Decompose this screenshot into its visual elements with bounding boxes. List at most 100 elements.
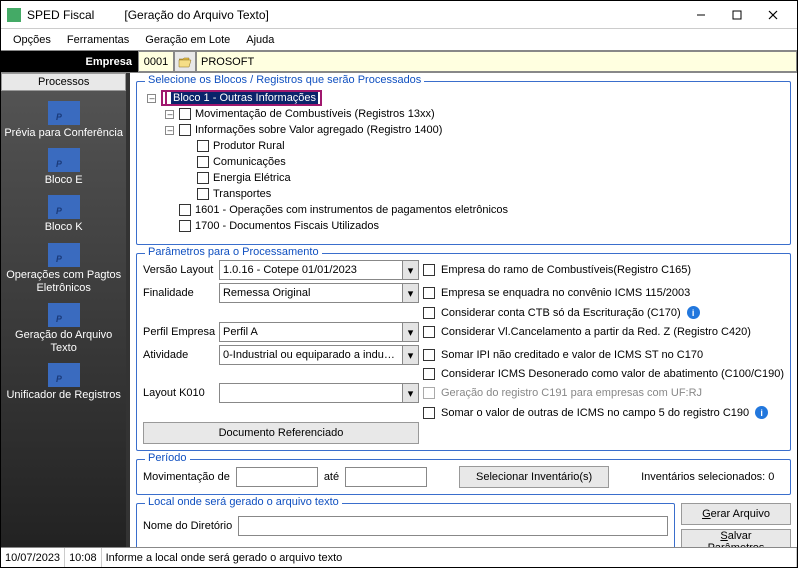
periodo-fieldset: Período Movimentação de até Selecionar I… <box>136 459 791 495</box>
tree-node[interactable]: Informações sobre Valor agregado (Regist… <box>195 124 442 136</box>
sidebar-item-label: Bloco E <box>45 174 83 187</box>
mov-ate-input[interactable] <box>345 467 427 487</box>
sidebar-item-label: Geração do Arquivo Texto <box>3 329 124 355</box>
titlebar: SPED Fiscal [Geração do Arquivo Texto] <box>1 1 797 29</box>
checkbox[interactable] <box>423 326 435 338</box>
info-icon[interactable]: i <box>687 306 700 319</box>
params-legend: Parâmetros para o Processamento <box>145 246 322 258</box>
atividade-combo[interactable]: ▾ <box>219 345 419 365</box>
checkbox[interactable] <box>423 307 435 319</box>
k010-input[interactable] <box>220 384 402 402</box>
diretorio-label: Nome do Diretório <box>143 520 232 532</box>
tree-node[interactable]: Comunicações <box>213 156 286 168</box>
window-subtitle: [Geração do Arquivo Texto] <box>124 8 269 22</box>
sidebar-item-pagtos[interactable]: P Operações com Pagtos Eletrônicos <box>1 239 126 299</box>
window-title: SPED Fiscal <box>27 8 94 22</box>
checkbox[interactable] <box>423 368 435 380</box>
sidebar-item-geracao[interactable]: P Geração do Arquivo Texto <box>1 299 126 359</box>
finalidade-label: Finalidade <box>143 287 215 299</box>
perfil-input[interactable] <box>220 323 402 341</box>
tree-node[interactable]: Energia Elétrica <box>213 172 291 184</box>
atividade-label: Atividade <box>143 349 215 361</box>
sidebar-item-blocoe[interactable]: P Bloco E <box>1 144 126 191</box>
chevron-down-icon[interactable]: ▾ <box>402 323 418 341</box>
k010-label: Layout K010 <box>143 387 215 399</box>
chevron-down-icon[interactable]: ▾ <box>402 346 418 364</box>
sidebar-header[interactable]: Processos <box>1 73 126 91</box>
folder-open-icon[interactable] <box>174 51 196 72</box>
statusbar: 10/07/2023 10:08 Informe a local onde se… <box>1 547 797 567</box>
sidebar-item-label: Bloco K <box>45 221 83 234</box>
app-icon <box>7 8 21 22</box>
menu-ajuda[interactable]: Ajuda <box>238 32 282 48</box>
versao-input[interactable] <box>220 261 402 279</box>
tree-node[interactable]: Produtor Rural <box>213 140 285 152</box>
gerar-arquivo-button[interactable]: Gerar Arquivo <box>681 503 791 525</box>
tree-root[interactable]: Bloco 1 - Outras Informações <box>171 92 318 104</box>
svg-text:P: P <box>56 314 62 324</box>
sidebar-item-label: Unificador de Registros <box>6 389 120 402</box>
check-label: Considerar Vl.Cancelamento a partir da R… <box>441 326 751 338</box>
salvar-parametros-button[interactable]: Salvar Parâmetros <box>681 529 791 547</box>
params-fieldset: Parâmetros para o Processamento Versão L… <box>136 253 791 451</box>
checkbox[interactable] <box>179 124 191 136</box>
checkbox[interactable] <box>179 220 191 232</box>
svg-text:P: P <box>56 159 62 169</box>
selecionar-inventario-button[interactable]: Selecionar Inventário(s) <box>459 466 609 488</box>
checkbox[interactable] <box>423 349 435 361</box>
tree-node[interactable]: 1601 - Operações com instrumentos de pag… <box>195 204 508 216</box>
mov-de-input[interactable] <box>236 467 318 487</box>
checkbox[interactable] <box>423 264 435 276</box>
checkbox[interactable] <box>197 156 209 168</box>
sidebar: Processos P Prévia para Conferência P Bl… <box>1 73 126 547</box>
k010-combo[interactable]: ▾ <box>219 383 419 403</box>
close-button[interactable] <box>755 3 791 27</box>
empresa-name: PROSOFT <box>196 51 797 72</box>
checkbox[interactable] <box>423 407 435 419</box>
sidebar-item-unificador[interactable]: P Unificador de Registros <box>1 359 126 406</box>
tree-node[interactable]: 1700 - Documentos Fiscais Utilizados <box>195 220 379 232</box>
check-label: Considerar ICMS Desonerado como valor de… <box>441 368 784 380</box>
check-label: Somar IPI não creditado e valor de ICMS … <box>441 349 703 361</box>
inventarios-selecionados: Inventários selecionados: 0 <box>641 471 774 483</box>
atividade-input[interactable] <box>220 346 402 364</box>
info-icon[interactable]: i <box>755 406 768 419</box>
finalidade-combo[interactable]: ▾ <box>219 283 419 303</box>
checkbox[interactable] <box>179 108 191 120</box>
blocos-legend: Selecione os Blocos / Registros que serã… <box>145 74 424 86</box>
empresa-label: Empresa <box>1 51 138 72</box>
p-icon: P <box>48 243 80 267</box>
local-legend: Local onde será gerado o arquivo texto <box>145 496 342 508</box>
checkbox[interactable] <box>197 188 209 200</box>
chevron-down-icon[interactable]: ▾ <box>402 261 418 279</box>
menu-lote[interactable]: Geração em Lote <box>137 32 238 48</box>
mov-label: Movimentação de <box>143 471 230 483</box>
checkbox[interactable] <box>179 204 191 216</box>
tree-node[interactable]: Movimentação de Combustíveis (Registros … <box>195 108 435 120</box>
check-label: Geração do registro C191 para empresas c… <box>441 387 702 399</box>
check-label: Somar o valor de outras de ICMS no campo… <box>441 407 749 419</box>
checkbox[interactable] <box>197 172 209 184</box>
finalidade-input[interactable] <box>220 284 402 302</box>
minimize-button[interactable] <box>683 3 719 27</box>
maximize-button[interactable] <box>719 3 755 27</box>
tree-node[interactable]: Transportes <box>213 188 271 200</box>
checkbox[interactable] <box>197 140 209 152</box>
p-icon: P <box>48 101 80 125</box>
tree[interactable]: ‒Bloco 1 - Outras Informações ‒Movimenta… <box>143 88 784 238</box>
versao-combo[interactable]: ▾ <box>219 260 419 280</box>
diretorio-input[interactable] <box>238 516 668 536</box>
documento-referenciado-button[interactable]: Documento Referenciado <box>143 422 419 444</box>
perfil-label: Perfil Empresa <box>143 326 215 338</box>
empresa-code[interactable]: 0001 <box>138 51 174 72</box>
chevron-down-icon[interactable]: ▾ <box>402 284 418 302</box>
svg-text:P: P <box>56 375 62 385</box>
menu-opcoes[interactable]: Opções <box>5 32 59 48</box>
chevron-down-icon[interactable]: ▾ <box>402 384 418 402</box>
checkbox[interactable] <box>165 91 167 105</box>
sidebar-item-blocok[interactable]: P Bloco K <box>1 191 126 238</box>
sidebar-item-previa[interactable]: P Prévia para Conferência <box>1 97 126 144</box>
checkbox[interactable] <box>423 287 435 299</box>
menu-ferramentas[interactable]: Ferramentas <box>59 32 137 48</box>
perfil-combo[interactable]: ▾ <box>219 322 419 342</box>
